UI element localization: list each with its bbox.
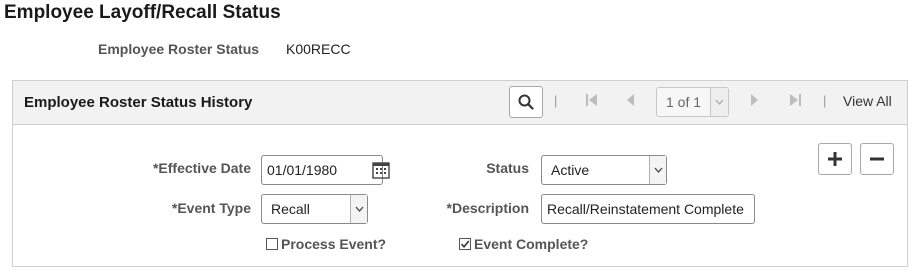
delete-row-button[interactable] (860, 143, 894, 175)
effective-date-label: *Effective Date (152, 160, 251, 176)
separator: | (823, 93, 827, 108)
next-page-icon[interactable] (748, 93, 760, 107)
process-event-checkbox[interactable] (266, 238, 278, 250)
minus-icon (870, 157, 884, 161)
process-event-label: Process Event? (281, 236, 387, 252)
page-select-value: 1 of 1 (666, 94, 702, 110)
previous-page-icon[interactable] (625, 93, 637, 107)
first-page-icon[interactable] (586, 93, 598, 107)
checkmark-icon (460, 240, 470, 249)
event-type-label: *Event Type (171, 200, 251, 216)
plus-icon (828, 152, 842, 166)
effective-date-field[interactable]: 01/01/1980 (261, 155, 383, 185)
search-button[interactable] (509, 86, 543, 118)
event-complete-label: Event Complete? (474, 236, 589, 252)
status-select[interactable]: Active (541, 155, 667, 185)
event-type-select-arrow[interactable] (350, 195, 367, 223)
last-page-icon[interactable] (789, 93, 801, 107)
add-row-button[interactable] (818, 143, 852, 175)
chevron-down-icon (715, 99, 724, 105)
panel-title: Employee Roster Status History (24, 94, 253, 111)
view-all-link[interactable]: View All (843, 93, 892, 109)
page-title: Employee Layoff/Recall Status (4, 2, 281, 23)
status-select-arrow[interactable] (649, 156, 666, 184)
calendar-icon (372, 162, 390, 179)
chevron-down-icon (654, 167, 662, 173)
process-event-option[interactable]: Process Event? (266, 236, 386, 252)
event-complete-option[interactable]: Event Complete? (459, 236, 588, 252)
search-icon (518, 94, 534, 110)
roster-status-value: K00RECC (286, 41, 351, 57)
status-label: Status (486, 160, 529, 176)
status-select-value: Active (551, 162, 590, 178)
chevron-down-icon (355, 206, 363, 212)
panel-header: Employee Roster Status History | 1 of 1 (13, 81, 907, 125)
event-type-select[interactable]: Recall (261, 194, 368, 224)
roster-status-history-panel: Employee Roster Status History | 1 of 1 (12, 80, 908, 267)
event-complete-checkbox[interactable] (459, 238, 471, 250)
event-type-select-value: Recall (271, 201, 310, 217)
roster-status-label: Employee Roster Status (98, 41, 260, 57)
page-select[interactable]: 1 of 1 (656, 87, 729, 117)
separator: | (554, 93, 558, 108)
description-label: *Description (446, 200, 529, 216)
description-field[interactable]: Recall/Reinstatement Complete (541, 194, 755, 224)
page-select-arrow[interactable] (710, 88, 728, 116)
calendar-button[interactable] (367, 155, 395, 185)
